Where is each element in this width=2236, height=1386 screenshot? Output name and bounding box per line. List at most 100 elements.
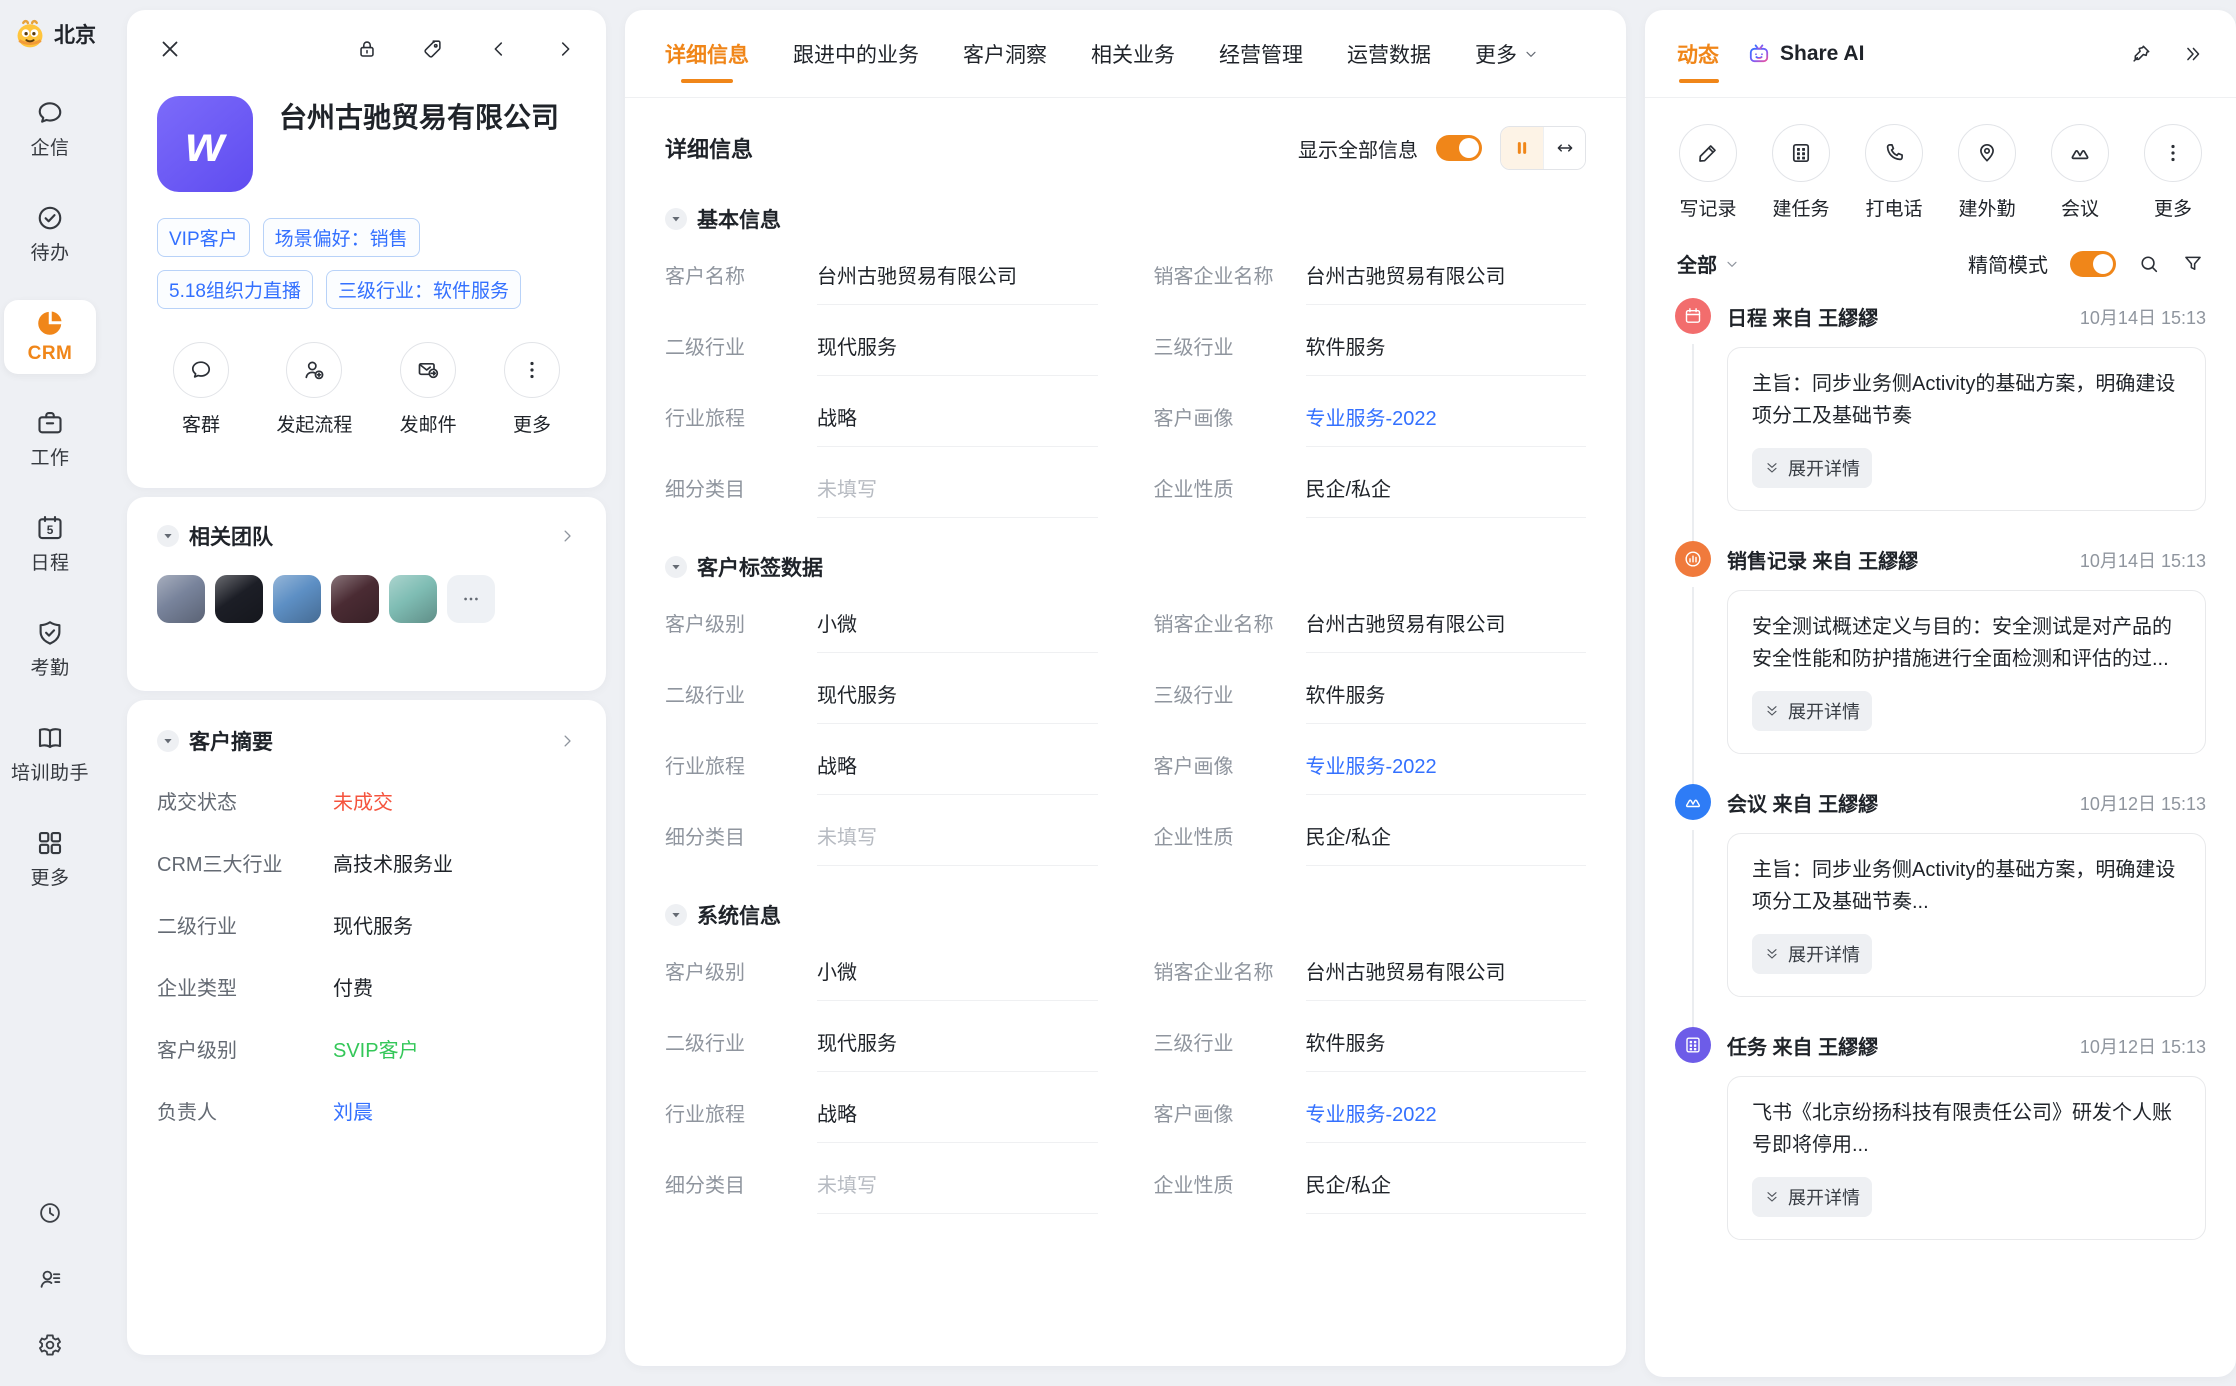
sidebar-item-qixin[interactable]: 企信 <box>4 90 96 169</box>
create-task-button[interactable]: 建任务 <box>1772 124 1830 221</box>
expand-details-button[interactable]: 展开详情 <box>1752 448 1872 488</box>
show-all-toggle[interactable] <box>1436 135 1482 161</box>
chevron-right-icon[interactable] <box>558 527 576 545</box>
expand-details-button[interactable]: 展开详情 <box>1752 691 1872 731</box>
caret-down-icon[interactable] <box>665 904 687 926</box>
field-value[interactable]: 软件服务 <box>1306 331 1587 376</box>
entry-timestamp: 10月12日 15:13 <box>2080 1033 2206 1059</box>
tab-related-business[interactable]: 相关业务 <box>1091 10 1175 97</box>
tab-customer-insight[interactable]: 客户洞察 <box>963 10 1047 97</box>
field-value[interactable]: 民企/私企 <box>1306 473 1587 518</box>
tab-more[interactable]: 更多 <box>1475 10 1539 97</box>
expand-details-button[interactable]: 展开详情 <box>1752 934 1872 974</box>
field-cell: 客户画像专业服务-2022 <box>1154 376 1587 447</box>
field-value[interactable]: 台州古驰贸易有限公司 <box>1306 956 1587 1001</box>
tab-detail-info[interactable]: 详细信息 <box>665 10 749 97</box>
sidebar-item-work[interactable]: 工作 <box>4 400 96 479</box>
send-mail-button[interactable]: 发邮件 <box>400 342 457 437</box>
chevron-right-icon[interactable] <box>558 732 576 750</box>
tab-activity[interactable]: 动态 <box>1677 10 1719 97</box>
field-value: 高技术服务业 <box>333 848 453 877</box>
tag-icon[interactable] <box>422 38 444 60</box>
caret-down-icon[interactable] <box>157 730 179 752</box>
filter-all-dropdown[interactable]: 全部 <box>1677 249 1740 278</box>
sidebar-item-label: CRM <box>28 343 73 365</box>
field-value[interactable]: 小微 <box>817 608 1098 653</box>
empty-field-value[interactable]: 未填写 <box>817 821 1098 866</box>
customer-toolbar-tools <box>356 38 576 60</box>
search-icon[interactable] <box>2138 253 2160 275</box>
customer-actions: 客群 发起流程 发邮件 更多 <box>157 342 576 437</box>
team-member-avatar[interactable] <box>331 575 379 623</box>
customer-profile-link[interactable]: 专业服务-2022 <box>1306 750 1587 795</box>
double-chevron-right-icon[interactable] <box>2182 43 2204 65</box>
tab-operation-data[interactable]: 运营数据 <box>1347 10 1431 97</box>
team-member-avatar[interactable] <box>273 575 321 623</box>
team-more-button[interactable] <box>447 575 495 623</box>
gear-icon[interactable] <box>37 1332 63 1358</box>
chevron-left-icon[interactable] <box>488 38 510 60</box>
tab-ongoing-business[interactable]: 跟进中的业务 <box>793 10 919 97</box>
close-icon[interactable] <box>157 36 183 62</box>
lock-icon[interactable] <box>356 38 378 60</box>
empty-field-value[interactable]: 未填写 <box>817 1169 1098 1214</box>
sidebar-item-training[interactable]: 培训助手 <box>4 715 96 794</box>
field-value[interactable]: 战略 <box>817 750 1098 795</box>
contacts-icon[interactable] <box>37 1266 63 1292</box>
customer-tag[interactable]: VIP客户 <box>157 218 250 257</box>
sidebar-item-attendance[interactable]: 考勤 <box>4 610 96 689</box>
funnel-icon[interactable] <box>2182 253 2204 275</box>
pushpin-icon[interactable] <box>2130 43 2152 65</box>
customer-profile-link[interactable]: 专业服务-2022 <box>1306 1098 1587 1143</box>
customer-group-button[interactable]: 客群 <box>173 342 229 437</box>
clock-icon[interactable] <box>37 1200 63 1226</box>
field-value[interactable]: 现代服务 <box>817 331 1098 376</box>
customer-profile-link[interactable]: 专业服务-2022 <box>1306 402 1587 447</box>
customer-tag[interactable]: 场景偏好：销售 <box>263 218 420 257</box>
field-value[interactable]: 台州古驰贸易有限公司 <box>1306 608 1587 653</box>
field-value[interactable]: 软件服务 <box>1306 679 1587 724</box>
two-column-layout-button[interactable] <box>1501 127 1543 169</box>
meeting-button[interactable]: 会议 <box>2051 124 2109 221</box>
wide-layout-button[interactable] <box>1543 127 1585 169</box>
customer-tag[interactable]: 三级行业：软件服务 <box>326 270 521 309</box>
sidebar-item-crm[interactable]: CRM <box>4 300 96 374</box>
sidebar-item-todo[interactable]: 待办 <box>4 195 96 274</box>
field-value[interactable]: 民企/私企 <box>1306 1169 1587 1214</box>
team-member-avatar[interactable] <box>157 575 205 623</box>
more-activity-button[interactable]: 更多 <box>2144 124 2202 221</box>
tab-operation-mgmt[interactable]: 经营管理 <box>1219 10 1303 97</box>
field-value[interactable]: 民企/私企 <box>1306 821 1587 866</box>
compact-mode-toggle[interactable] <box>2070 251 2116 277</box>
team-member-avatar[interactable] <box>215 575 263 623</box>
customer-tag[interactable]: 5.18组织力直播 <box>157 270 313 309</box>
double-chevron-down-icon <box>1764 1189 1780 1205</box>
expand-details-button[interactable]: 展开详情 <box>1752 1177 1872 1217</box>
write-record-button[interactable]: 写记录 <box>1679 124 1737 221</box>
sidebar-item-more[interactable]: 更多 <box>4 820 96 899</box>
start-flow-button[interactable]: 发起流程 <box>276 342 352 437</box>
field-value[interactable]: 小微 <box>817 956 1098 1001</box>
field-value[interactable]: 战略 <box>817 402 1098 447</box>
tab-share-ai[interactable]: Share AI <box>1747 10 1864 97</box>
field-value[interactable]: 现代服务 <box>817 1027 1098 1072</box>
sidebar-item-schedule[interactable]: 5 日程 <box>4 505 96 584</box>
field-value[interactable]: 软件服务 <box>1306 1027 1587 1072</box>
field-value[interactable]: 台州古驰贸易有限公司 <box>1306 260 1587 305</box>
make-call-button[interactable]: 打电话 <box>1865 124 1923 221</box>
entry-title-row: 销售记录 来自 王繆繆 10月14日 15:13 <box>1727 541 2206 574</box>
team-member-avatar[interactable] <box>389 575 437 623</box>
field-cell: 三级行业软件服务 <box>1154 305 1587 376</box>
caret-down-icon[interactable] <box>157 525 179 547</box>
field-value[interactable]: 台州古驰贸易有限公司 <box>817 260 1098 305</box>
field-value[interactable]: 现代服务 <box>817 679 1098 724</box>
more-actions-button[interactable]: 更多 <box>504 342 560 437</box>
chevron-right-icon[interactable] <box>554 38 576 60</box>
caret-down-icon[interactable] <box>665 556 687 578</box>
field-value[interactable]: 战略 <box>817 1098 1098 1143</box>
caret-down-icon[interactable] <box>665 208 687 230</box>
related-team-card: 相关团队 <box>127 497 606 691</box>
owner-link[interactable]: 刘晨 <box>333 1096 373 1125</box>
empty-field-value[interactable]: 未填写 <box>817 473 1098 518</box>
create-field-visit-button[interactable]: 建外勤 <box>1958 124 2016 221</box>
